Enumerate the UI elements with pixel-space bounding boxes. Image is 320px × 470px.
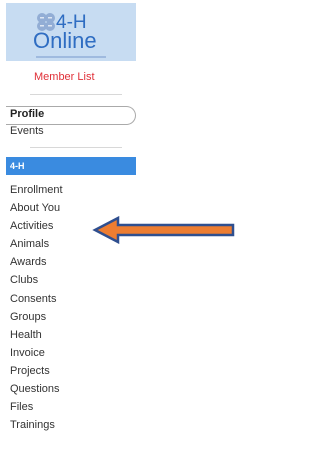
member-list-link[interactable]: Member List [34, 71, 95, 83]
logo-tagline [36, 56, 106, 58]
nav-item-files[interactable]: Files [10, 400, 63, 418]
nav-item-about-you[interactable]: About You [10, 201, 63, 219]
divider [30, 147, 122, 148]
nav-list: Enrollment About You Activities Animals … [10, 183, 63, 436]
nav-item-clubs[interactable]: Clubs [10, 273, 63, 291]
nav-item-health[interactable]: Health [10, 328, 63, 346]
arrow-shape [92, 216, 235, 244]
section-header-4h: 4-H [10, 161, 25, 171]
nav-item-questions[interactable]: Questions [10, 382, 63, 400]
nav-item-activities[interactable]: Activities [10, 219, 63, 237]
nav-item-enrollment[interactable]: Enrollment [10, 183, 63, 201]
divider [30, 94, 122, 95]
nav-item-invoice[interactable]: Invoice [10, 346, 63, 364]
nav-item-groups[interactable]: Groups [10, 310, 63, 328]
nav-item-awards[interactable]: Awards [10, 255, 63, 273]
logo-brand-bottom: Online [33, 28, 97, 53]
nav-item-trainings[interactable]: Trainings [10, 418, 63, 436]
logo[interactable]: 4-H Online [6, 3, 136, 61]
arrow-icon [92, 216, 235, 244]
nav-item-animals[interactable]: Animals [10, 237, 63, 255]
nav-item-events[interactable]: Events [10, 125, 44, 137]
nav-item-projects[interactable]: Projects [10, 364, 63, 382]
nav-item-consents[interactable]: Consents [10, 292, 63, 310]
section-header-bar [6, 157, 136, 175]
nav-item-profile[interactable]: Profile [10, 108, 44, 120]
